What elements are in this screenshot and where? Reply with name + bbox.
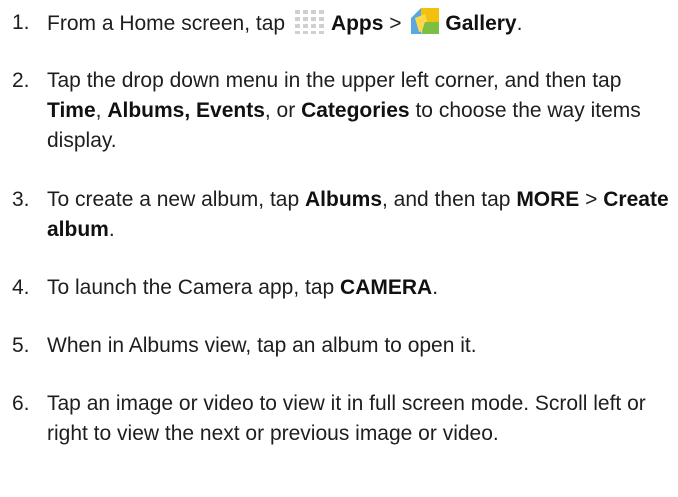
step-1: 1. From a Home screen, tap Apps > Galler… <box>12 8 678 43</box>
step-text: To launch the Camera app, tap CAMERA. <box>47 273 678 303</box>
step-text: Tap the drop down menu in the upper left… <box>47 66 678 156</box>
step-number: 2. <box>12 69 30 92</box>
step-number: 6. <box>12 392 30 415</box>
albums-label: Albums <box>305 188 383 211</box>
events-label: Events <box>196 99 265 122</box>
step-number: 5. <box>12 334 30 357</box>
period: . <box>516 12 523 35</box>
step-text: Tap an image or video to view it in full… <box>47 392 646 445</box>
step-text: To create a new album, tap Albums, and t… <box>47 185 678 245</box>
step-2: 2. Tap the drop down menu in the upper l… <box>12 66 678 156</box>
menu-separator: > <box>585 188 598 211</box>
step-text-part: , or <box>264 99 296 122</box>
step-text: From a Home screen, tap Apps > Gallery. <box>47 8 678 43</box>
menu-separator: > <box>389 12 402 35</box>
step-4: 4. To launch the Camera app, tap CAMERA. <box>12 273 678 303</box>
camera-label: CAMERA <box>340 276 433 299</box>
period: . <box>108 218 115 241</box>
step-text-part: , <box>95 99 102 122</box>
albums-label: Albums, <box>107 99 191 122</box>
time-label: Time <box>47 99 96 122</box>
step-number: 1. <box>12 11 30 34</box>
apps-grid-icon <box>294 10 325 43</box>
categories-label: Categories <box>301 99 410 122</box>
gallery-label: Gallery <box>445 12 517 35</box>
step-3: 3. To create a new album, tap Albums, an… <box>12 185 678 245</box>
step-6: 6. Tap an image or video to view it in f… <box>12 389 678 449</box>
step-number: 3. <box>12 188 30 211</box>
step-text-part: To launch the Camera app, tap <box>47 276 335 299</box>
period: . <box>432 276 439 299</box>
gallery-icon <box>411 8 440 43</box>
apps-label: Apps <box>330 12 384 35</box>
step-5: 5. When in Albums view, tap an album to … <box>12 331 678 361</box>
step-text-part: From a Home screen, tap <box>47 12 286 35</box>
more-label: MORE <box>516 188 580 211</box>
step-number: 4. <box>12 276 30 299</box>
step-text-part: , and then tap <box>382 188 511 211</box>
step-text-part: To create a new album, tap <box>47 188 300 211</box>
step-text: When in Albums view, tap an album to ope… <box>47 334 477 357</box>
step-text-part: Tap the drop down menu in the upper left… <box>47 69 622 92</box>
